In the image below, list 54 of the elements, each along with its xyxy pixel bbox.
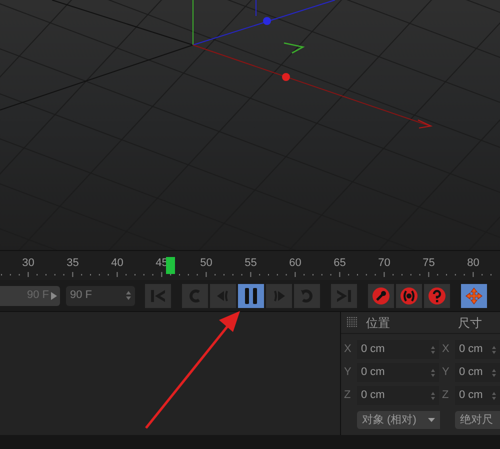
playhead-marker[interactable] (166, 257, 175, 274)
key-icon (372, 286, 390, 304)
coordinate-field[interactable]: 0 cm (455, 386, 500, 405)
skip-end-icon (336, 290, 352, 302)
frame-number: 55 (244, 256, 258, 270)
transport-button[interactable] (423, 282, 451, 308)
mode-dropdown[interactable]: 绝对尺 (455, 411, 500, 429)
rotate-right-icon (300, 288, 314, 302)
transport-button[interactable] (460, 282, 488, 308)
step-back-icon (216, 290, 230, 302)
spinner-icon (431, 346, 435, 354)
frame-number: 30 (21, 256, 36, 270)
frame-field[interactable]: 90 F (66, 286, 135, 306)
coordinate-field[interactable]: 0 cm (357, 386, 439, 405)
pause-icon (244, 288, 258, 304)
skip-start-icon (150, 290, 166, 302)
frame-number: 65 (332, 256, 347, 270)
rotate-left-icon (188, 288, 202, 302)
coordinate-field[interactable]: 0 cm (455, 363, 500, 382)
frame-number: 50 (199, 256, 214, 270)
spinner-icon (126, 291, 131, 300)
play-arrow-icon (51, 292, 57, 300)
frame-number: 60 (288, 256, 302, 270)
spinner-icon (431, 392, 435, 400)
axis-label: Z (442, 388, 450, 404)
move-icon (465, 286, 483, 304)
size-header: 尺寸 (458, 314, 482, 332)
auto-key-icon (400, 286, 418, 304)
caret-icon (428, 418, 435, 422)
transport-button[interactable] (395, 282, 423, 308)
frame-number: 80 (466, 256, 480, 270)
spinner-icon (431, 368, 435, 376)
step-forward-icon (272, 290, 286, 302)
axis-label: X (442, 342, 450, 358)
spinner-icon (492, 346, 496, 354)
mode-dropdown[interactable]: 对象 (相对) (357, 411, 440, 429)
axis-label: Y (442, 365, 450, 380)
axis-label: Z (344, 388, 352, 404)
axis-label: X (344, 342, 352, 358)
coordinate-field[interactable]: 0 cm (455, 340, 500, 359)
transport-button[interactable] (367, 282, 395, 308)
spinner-icon (492, 368, 496, 376)
help-icon (428, 286, 446, 304)
frame-number: 70 (377, 256, 392, 270)
axis-label: Y (344, 365, 352, 380)
frame-number: 75 (422, 256, 436, 270)
grip-icon (347, 317, 358, 328)
coordinate-field[interactable]: 0 cm (357, 340, 439, 359)
position-header: 位置 (366, 314, 391, 332)
frame-number: 35 (66, 256, 80, 270)
spinner-icon (492, 392, 496, 400)
frame-number: 40 (110, 256, 124, 270)
transport-button[interactable] (237, 282, 265, 308)
coordinate-field[interactable]: 0 cm (357, 363, 439, 382)
